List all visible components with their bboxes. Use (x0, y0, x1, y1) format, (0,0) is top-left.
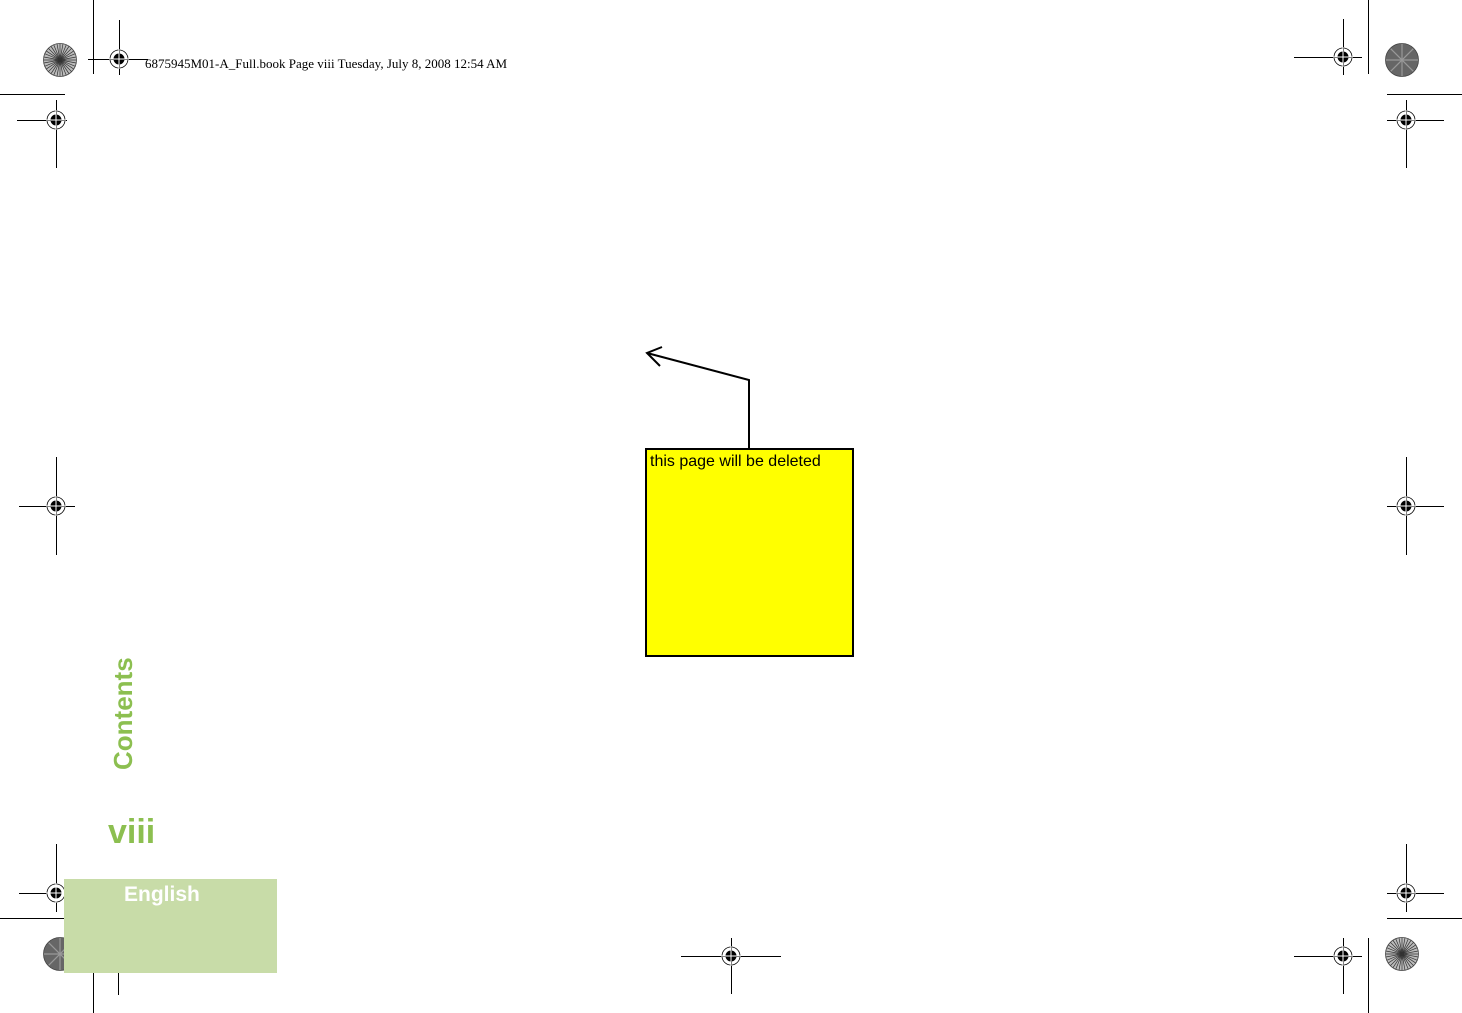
registration-target-icon (46, 496, 66, 516)
registration-target-icon (109, 49, 129, 69)
crop-mark (1368, 0, 1369, 74)
section-label: Contents (108, 657, 138, 770)
registration-target-icon (46, 110, 66, 130)
registration-target-icon (1333, 47, 1353, 67)
language-tab-label: English (124, 883, 200, 906)
star-target-icon (1385, 43, 1419, 77)
crop-mark (93, 0, 94, 74)
crop-mark (1387, 94, 1462, 95)
crop-mark (0, 94, 65, 95)
crop-mark (1387, 918, 1462, 919)
page-number: viii (108, 813, 156, 851)
registration-target-icon (1333, 946, 1353, 966)
star-target-icon (1385, 937, 1419, 971)
registration-target-icon (1396, 883, 1416, 903)
registration-target-icon (46, 883, 66, 903)
print-info-header: 6875945M01-A_Full.book Page viii Tuesday… (145, 56, 508, 71)
crop-mark (1368, 938, 1369, 1013)
registration-target-icon (1396, 110, 1416, 130)
registration-target-icon (721, 946, 741, 966)
registration-target-icon (1396, 496, 1416, 516)
sticky-note-text: this page will be deleted (650, 453, 821, 470)
star-target-icon (43, 43, 77, 77)
sticky-note-annotation[interactable]: this page will be deleted (645, 448, 854, 657)
